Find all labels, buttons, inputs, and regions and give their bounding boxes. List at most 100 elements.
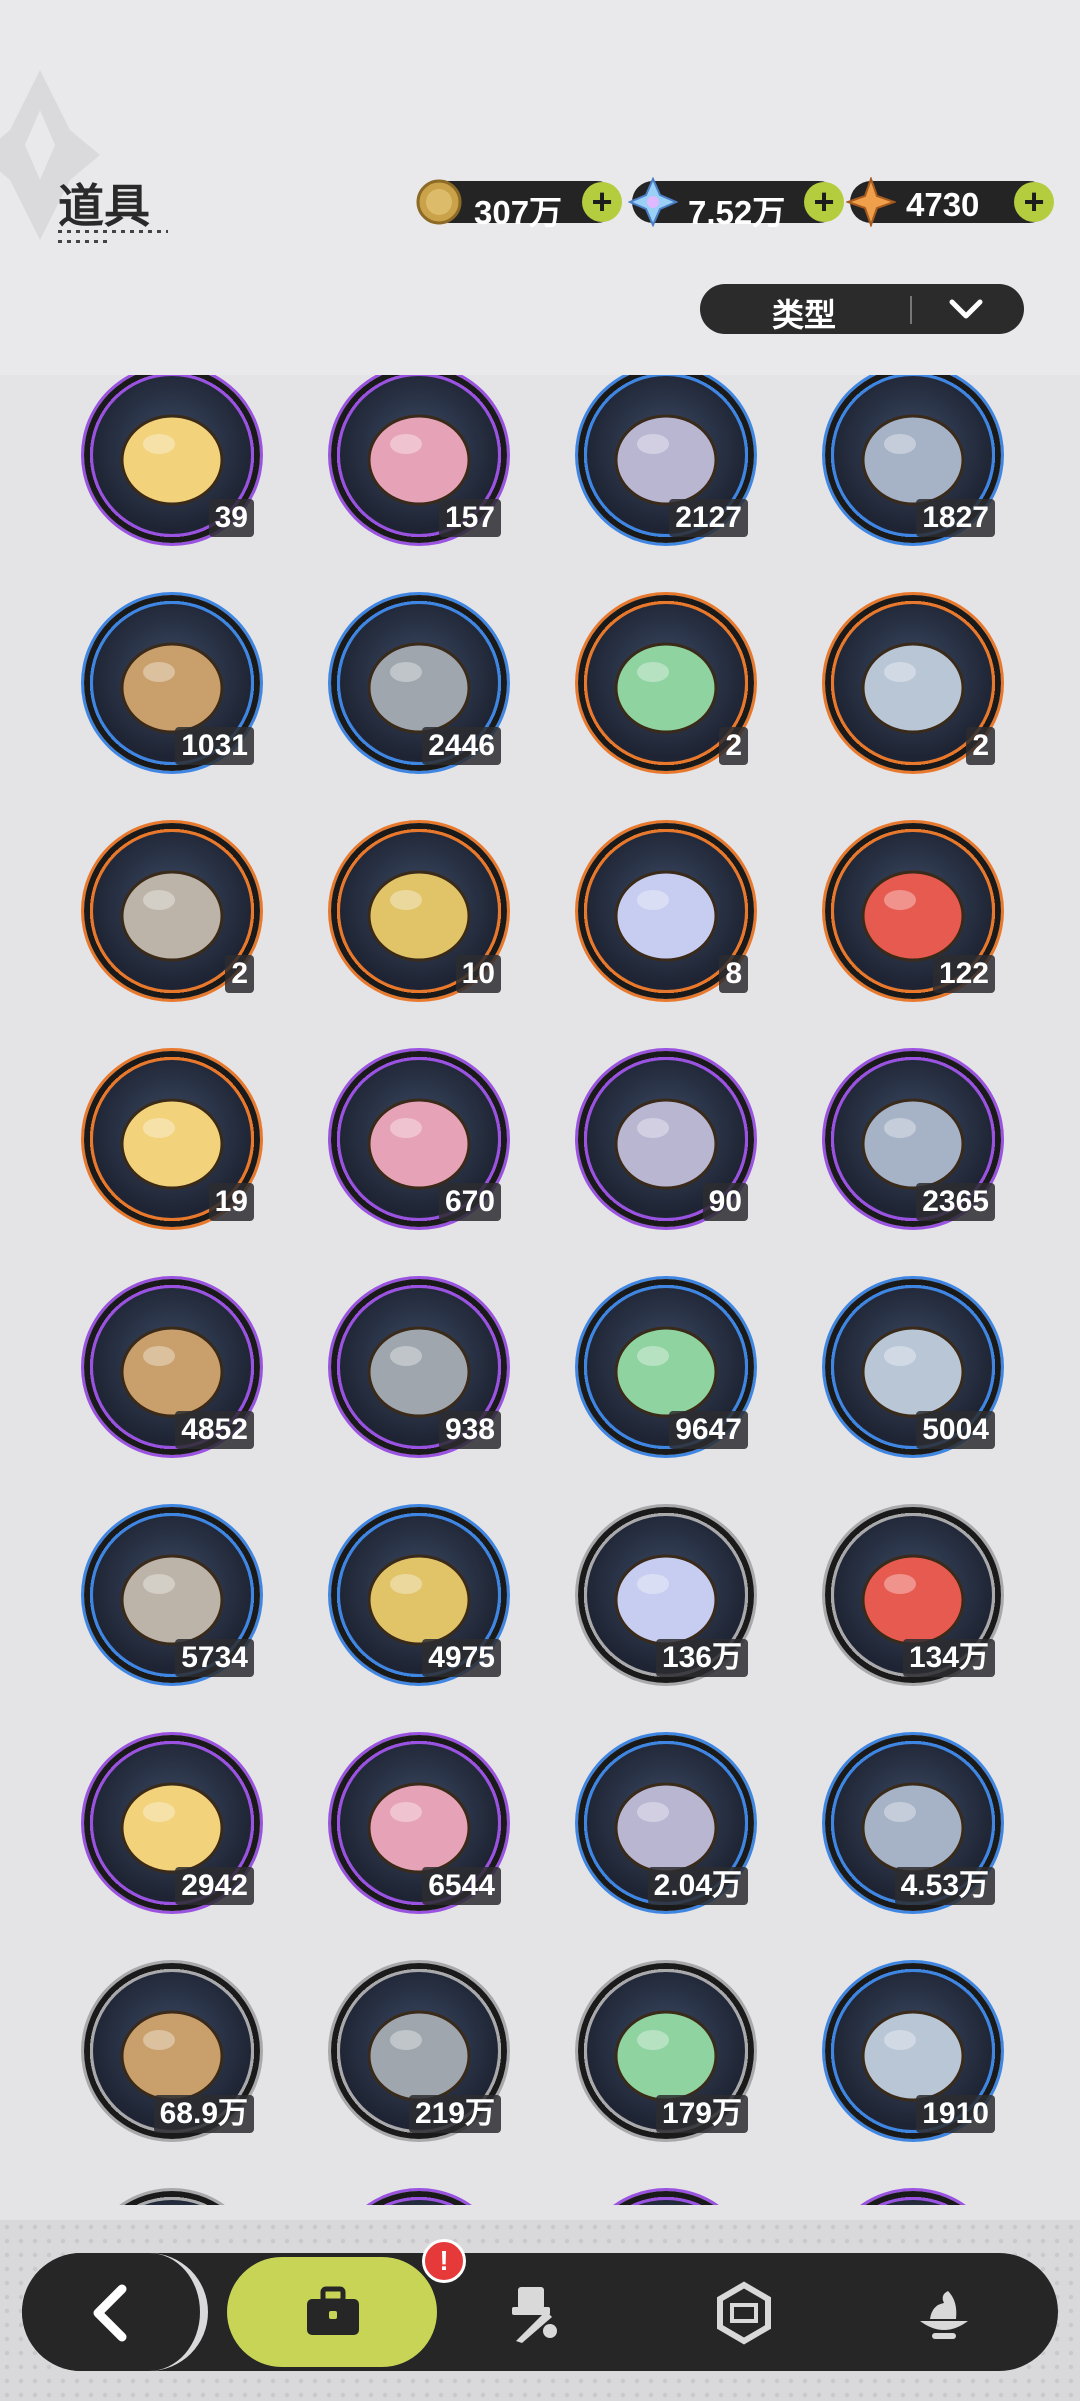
item-slot[interactable]: 2127 [578,375,754,543]
currency-value: 4730 [906,186,980,223]
item-count: 219万 [408,2095,501,2133]
item-slot[interactable]: 122 [825,823,1001,999]
item-slot[interactable]: 6544 [331,1735,507,1911]
item-slot[interactable]: 134万 [825,1507,1001,1683]
item-count: 68.9万 [153,2095,254,2133]
item-slot[interactable]: 2 [578,595,754,771]
item-count: 39 [208,499,254,537]
type-filter-dropdown[interactable]: 类型 [700,284,1024,334]
header: 道具 307万 + 7.52万 + 4730 + 类型 [0,0,1080,375]
item-count: 938 [438,1411,501,1449]
item-slot[interactable]: 39 [84,375,260,543]
item-count: 134万 [902,1639,995,1677]
item-slot[interactable]: 5004 [825,1279,1001,1455]
star-shard-icon [846,177,896,227]
item-count: 2365 [916,1183,995,1221]
item-count: 2 [966,727,995,765]
item-slot[interactable]: 4975 [331,1507,507,1683]
item-background [93,2200,251,2205]
item-count: 6544 [422,1867,501,1905]
bottle-icon [834,2200,992,2205]
item-count: 1827 [916,499,995,537]
item-slot[interactable]: 10 [331,823,507,999]
rarity-ring [84,2191,260,2205]
item-slot[interactable]: 2.04万 [578,1735,754,1911]
tab-equipment[interactable] [502,2281,566,2345]
page-title: 道具 [58,180,150,232]
item-slot[interactable]: 938 [331,1279,507,1455]
item-count: 4.53万 [894,1867,995,1905]
item-count: 1910 [916,2095,995,2133]
item-count: 4852 [175,1411,254,1449]
currency-value: 7.52万 [688,194,786,231]
chevron-down-icon [949,299,983,319]
item-background [834,2200,992,2205]
item-slot[interactable]: 136万 [578,1507,754,1683]
item-grid: 39 157 2127 1827 1031 2446 2 2 2 10 8 12… [0,375,1080,2205]
item-slot[interactable]: 4852 [84,1279,260,1455]
currency-gold: 307万 + [416,179,622,231]
item-count: 157 [438,499,501,537]
item-slot[interactable]: 157 [331,375,507,543]
tab-gems[interactable] [712,2281,776,2345]
item-count: 19 [208,1183,254,1221]
item-slot[interactable]: 2 [84,823,260,999]
item-count: 8 [719,955,748,993]
item-slot[interactable]: 670 [331,1051,507,1227]
item-count: 5734 [175,1639,254,1677]
item-slot[interactable]: 179万 [578,1963,754,2139]
item-count: 2942 [175,1867,254,1905]
tab-food[interactable] [912,2281,976,2345]
currency-star: 4730 + [846,177,1054,227]
item-slot[interactable]: 1827 [825,375,1001,543]
rarity-ring [825,2191,1001,2205]
nav-container: ! [22,2239,1058,2371]
item-slot[interactable]: 68.9万 [84,1963,260,2139]
add-gold-button[interactable]: + [582,182,622,222]
item-count: 136万 [655,1639,748,1677]
item-slot[interactable]: 4.53万 [825,1735,1001,1911]
item-count: 2446 [422,727,501,765]
item-count: 179万 [655,2095,748,2133]
title-dots [58,240,108,243]
item-slot[interactable]: 1031 [84,595,260,771]
item-slot[interactable]: 9647 [578,1279,754,1455]
item-slot[interactable]: 1910 [825,1963,1001,2139]
egg-icon [340,2200,498,2205]
gold-coin-icon [416,179,462,225]
item-slot[interactable]: 219万 [331,1963,507,2139]
item-slot[interactable]: 8 [578,823,754,999]
rarity-ring [578,2191,754,2205]
item-slot[interactable] [84,2191,260,2205]
title-underline [58,230,168,233]
bowl-icon [93,2200,251,2205]
item-slot[interactable]: 5734 [84,1507,260,1683]
back-button[interactable] [22,2253,208,2371]
add-star-button[interactable]: + [1014,182,1054,222]
item-slot[interactable] [331,2191,507,2205]
item-slot[interactable]: 2365 [825,1051,1001,1227]
add-crystal-button[interactable]: + [804,182,844,222]
item-count: 10 [455,955,501,993]
item-count: 2 [225,955,254,993]
item-slot[interactable]: 90 [578,1051,754,1227]
item-slot[interactable]: 2 [825,595,1001,771]
wood-item-icon [587,2200,745,2205]
item-background [587,2200,745,2205]
back-arrow-icon [93,2284,127,2342]
item-slot[interactable]: 2446 [331,595,507,771]
item-count: 90 [702,1183,748,1221]
crystal-gem-icon [628,177,678,227]
item-slot[interactable]: 2942 [84,1735,260,1911]
type-filter-label: 类型 [772,297,837,333]
currency-crystal: 7.52万 + [628,177,844,231]
item-slot[interactable]: 19 [84,1051,260,1227]
item-slot[interactable] [578,2191,754,2205]
item-count: 1031 [175,727,254,765]
currency-value: 307万 [474,194,563,231]
tab-items[interactable] [227,2257,437,2367]
bottom-nav-bar: ! [0,2220,1080,2401]
item-slot[interactable] [825,2191,1001,2205]
item-count: 5004 [916,1411,995,1449]
item-count: 2.04万 [647,1867,748,1905]
